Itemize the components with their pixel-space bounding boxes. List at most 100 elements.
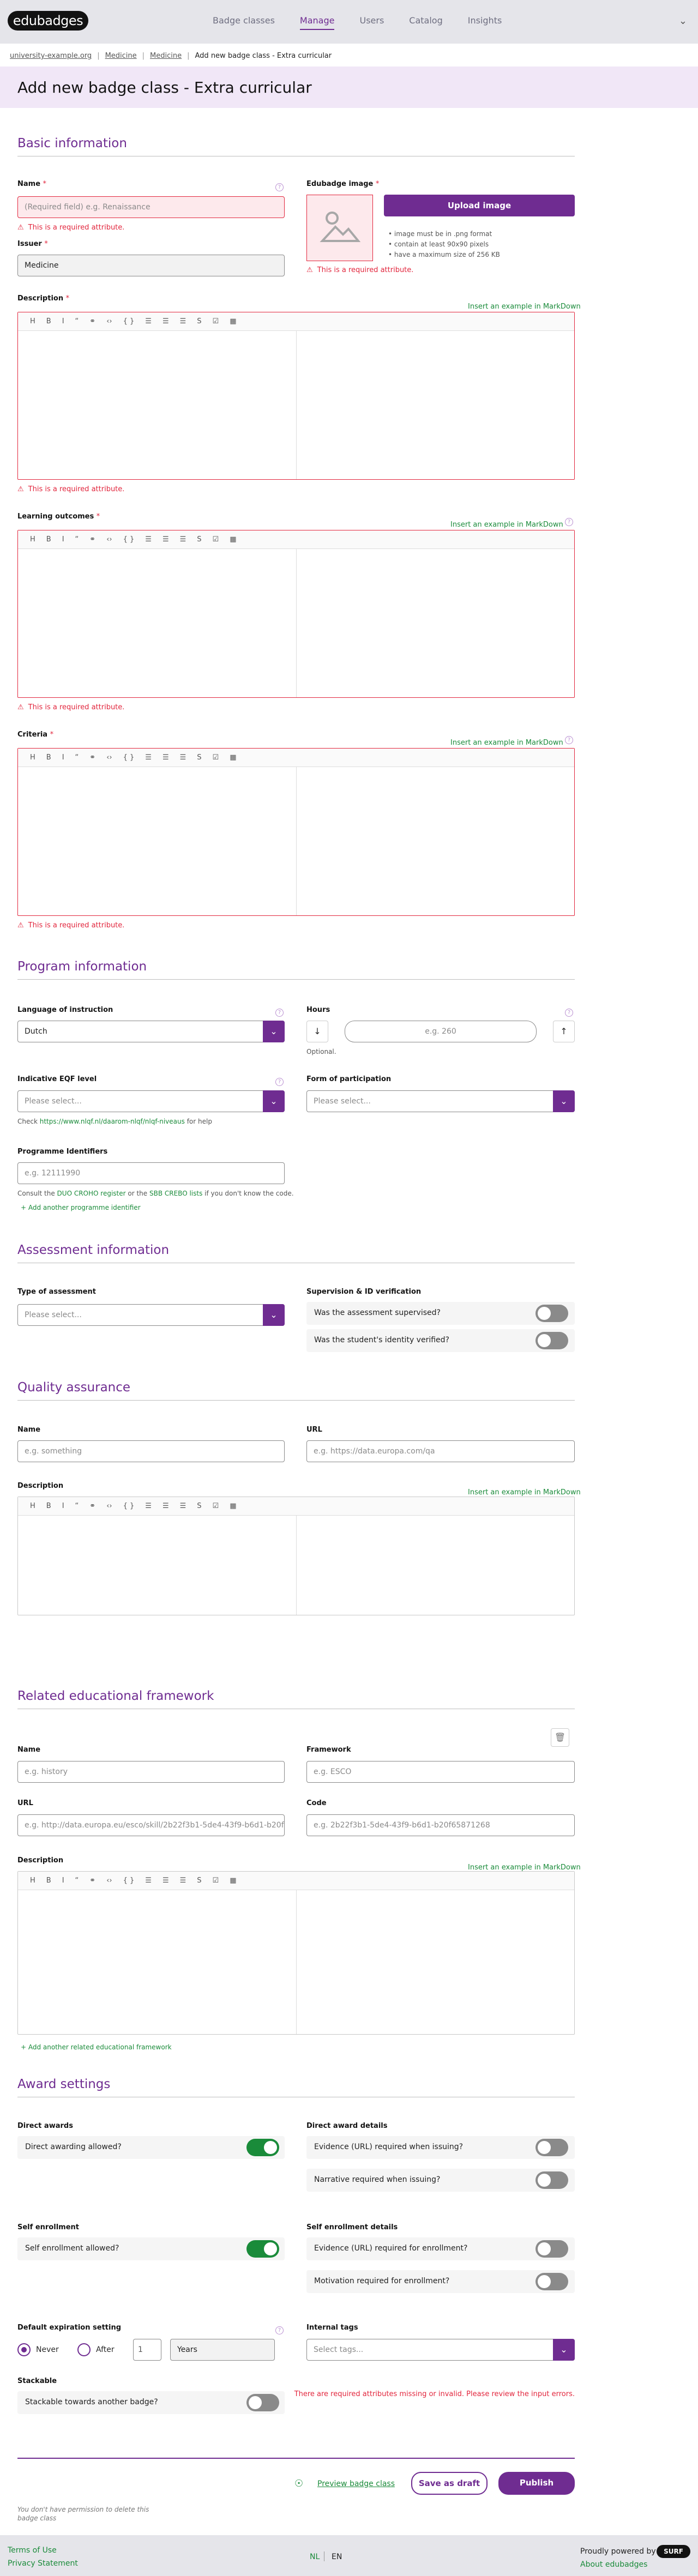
narrative-toggle[interactable] bbox=[535, 2171, 568, 2189]
table-icon[interactable]: ▦ bbox=[230, 753, 236, 762]
qa-description-editor[interactable]: H B I “ ⚭ ‹› { } ☰ ☰ ☰ S ☑ ▦ bbox=[17, 1497, 575, 1615]
markdown-example-link[interactable]: Insert an example in MarkDown bbox=[450, 739, 563, 747]
assessment-type-select[interactable]: Please select... ⌄ bbox=[17, 1304, 285, 1326]
supervised-toggle[interactable] bbox=[535, 1305, 568, 1322]
codeblock-icon[interactable]: { } bbox=[123, 317, 135, 325]
help-icon[interactable]: ? bbox=[565, 518, 573, 526]
heading-icon[interactable]: H bbox=[30, 753, 35, 762]
ordered-list-icon[interactable]: ☰ bbox=[163, 753, 169, 762]
markdown-example-link[interactable]: Insert an example in MarkDown bbox=[450, 521, 563, 529]
terms-link[interactable]: Terms of Use bbox=[8, 2546, 57, 2555]
lang-nl[interactable]: NL bbox=[310, 2553, 320, 2561]
list-icon[interactable]: ☰ bbox=[145, 753, 152, 762]
lang-en[interactable]: EN bbox=[332, 2553, 342, 2561]
help-icon[interactable]: ? bbox=[275, 1009, 284, 1017]
codeblock-icon[interactable]: { } bbox=[123, 753, 135, 762]
ordered-list-icon[interactable]: ☰ bbox=[163, 1502, 169, 1510]
table-icon[interactable]: ▦ bbox=[230, 1877, 236, 1885]
breadcrumb-issuer[interactable]: Medicine bbox=[150, 52, 182, 60]
bold-icon[interactable]: B bbox=[46, 317, 51, 325]
nav-insights[interactable]: Insights bbox=[468, 15, 502, 30]
chevron-down-icon[interactable]: ⌄ bbox=[679, 15, 687, 27]
help-icon[interactable]: ? bbox=[275, 1078, 284, 1086]
code-icon[interactable]: ‹› bbox=[106, 317, 112, 325]
trash-icon[interactable]: 🗑 bbox=[551, 1728, 569, 1747]
tags-select[interactable]: Select tags... ⌄ bbox=[306, 2339, 575, 2361]
help-icon[interactable]: ? bbox=[565, 736, 573, 744]
crebo-link[interactable]: SBB CREBO lists bbox=[149, 1190, 202, 1197]
codeblock-icon[interactable]: { } bbox=[123, 535, 135, 544]
strike-icon[interactable]: S bbox=[197, 753, 201, 762]
eqf-help-link[interactable]: https://www.nlqf.nl/daarom-nlqf/nlqf-niv… bbox=[40, 1118, 185, 1125]
hours-decrement-button[interactable]: ↓ bbox=[306, 1021, 328, 1042]
qa-name-input[interactable]: e.g. something bbox=[17, 1440, 285, 1462]
italic-icon[interactable]: I bbox=[62, 1877, 64, 1885]
language-select[interactable]: Dutch ⌄ bbox=[17, 1021, 285, 1042]
nav-badge-classes[interactable]: Badge classes bbox=[213, 15, 275, 30]
code-icon[interactable]: ‹› bbox=[106, 1877, 112, 1885]
bold-icon[interactable]: B bbox=[46, 753, 51, 762]
save-draft-button[interactable]: Save as draft bbox=[411, 2472, 488, 2495]
croho-link[interactable]: DUO CROHO register bbox=[57, 1190, 126, 1197]
quote-icon[interactable]: “ bbox=[75, 535, 79, 544]
heading-icon[interactable]: H bbox=[30, 535, 35, 544]
italic-icon[interactable]: I bbox=[62, 317, 64, 325]
code-icon[interactable]: ‹› bbox=[106, 535, 112, 544]
fw-description-editor[interactable]: H B I “ ⚭ ‹› { } ☰ ☰ ☰ S ☑ ▦ bbox=[17, 1871, 575, 2035]
code-icon[interactable]: ‹› bbox=[106, 753, 112, 762]
task-list-icon[interactable]: ☰ bbox=[180, 753, 186, 762]
preview-link[interactable]: Preview badge class bbox=[317, 2480, 395, 2488]
breadcrumb-institution[interactable]: university-example.org bbox=[10, 52, 92, 60]
checkbox-icon[interactable]: ☑ bbox=[213, 753, 219, 762]
strike-icon[interactable]: S bbox=[197, 535, 201, 544]
list-icon[interactable]: ☰ bbox=[145, 1877, 152, 1885]
breadcrumb-faculty[interactable]: Medicine bbox=[105, 52, 137, 60]
fw-url-input[interactable]: e.g. http://data.europa.eu/esco/skill/2b… bbox=[17, 1814, 285, 1836]
eqf-select[interactable]: Please select... ⌄ bbox=[17, 1090, 285, 1112]
link-icon[interactable]: ⚭ bbox=[89, 317, 95, 325]
after-radio[interactable] bbox=[77, 2343, 91, 2356]
help-icon[interactable]: ? bbox=[275, 183, 284, 191]
checkbox-icon[interactable]: ☑ bbox=[213, 535, 219, 544]
codeblock-icon[interactable]: { } bbox=[123, 1877, 135, 1885]
name-input[interactable]: (Required field) e.g. Renaissance bbox=[17, 196, 285, 218]
hours-increment-button[interactable]: ↑ bbox=[553, 1021, 575, 1042]
quote-icon[interactable]: “ bbox=[75, 317, 79, 325]
link-icon[interactable]: ⚭ bbox=[89, 535, 95, 544]
qa-url-input[interactable]: e.g. https://data.europa.com/qa bbox=[306, 1440, 575, 1462]
direct-awarding-toggle[interactable] bbox=[246, 2139, 279, 2156]
list-icon[interactable]: ☰ bbox=[145, 317, 152, 325]
upload-image-button[interactable]: Upload image bbox=[384, 195, 575, 216]
heading-icon[interactable]: H bbox=[30, 1877, 35, 1885]
nav-catalog[interactable]: Catalog bbox=[409, 15, 442, 30]
table-icon[interactable]: ▦ bbox=[230, 317, 236, 325]
link-icon[interactable]: ⚭ bbox=[89, 1877, 95, 1885]
expiration-number[interactable]: 1 bbox=[133, 2339, 161, 2361]
help-icon[interactable]: ? bbox=[565, 1009, 573, 1017]
stackable-toggle[interactable] bbox=[246, 2394, 279, 2411]
italic-icon[interactable]: I bbox=[62, 1502, 64, 1510]
expiration-unit[interactable]: Years bbox=[170, 2339, 275, 2361]
markdown-example-link[interactable]: Insert an example in MarkDown bbox=[468, 303, 581, 311]
privacy-link[interactable]: Privacy Statement bbox=[8, 2559, 78, 2568]
add-framework-link[interactable]: + Add another related educational framew… bbox=[21, 2043, 172, 2051]
task-list-icon[interactable]: ☰ bbox=[180, 535, 186, 544]
table-icon[interactable]: ▦ bbox=[230, 535, 236, 544]
description-editor[interactable]: H B I “ ⚭ ‹› { } ☰ ☰ ☰ S ☑ ▦ bbox=[17, 312, 575, 480]
publish-button[interactable]: Publish bbox=[498, 2472, 575, 2495]
quote-icon[interactable]: “ bbox=[75, 753, 79, 762]
codeblock-icon[interactable]: { } bbox=[123, 1502, 135, 1510]
code-icon[interactable]: ‹› bbox=[106, 1502, 112, 1510]
framework-input[interactable]: e.g. ESCO bbox=[306, 1761, 575, 1783]
motivation-toggle[interactable] bbox=[535, 2273, 568, 2290]
participation-select[interactable]: Please select... ⌄ bbox=[306, 1090, 575, 1112]
markdown-example-link[interactable]: Insert an example in MarkDown bbox=[468, 1863, 581, 1872]
task-list-icon[interactable]: ☰ bbox=[180, 1502, 186, 1510]
strike-icon[interactable]: S bbox=[197, 1502, 201, 1510]
hours-input[interactable]: e.g. 260 bbox=[345, 1021, 537, 1042]
fw-code-input[interactable]: e.g. 2b22f3b1-5de4-43f9-b6d1-b20f6587126… bbox=[306, 1814, 575, 1836]
never-radio[interactable] bbox=[17, 2343, 31, 2356]
table-icon[interactable]: ▦ bbox=[230, 1502, 236, 1510]
strike-icon[interactable]: S bbox=[197, 1877, 201, 1885]
ordered-list-icon[interactable]: ☰ bbox=[163, 317, 169, 325]
